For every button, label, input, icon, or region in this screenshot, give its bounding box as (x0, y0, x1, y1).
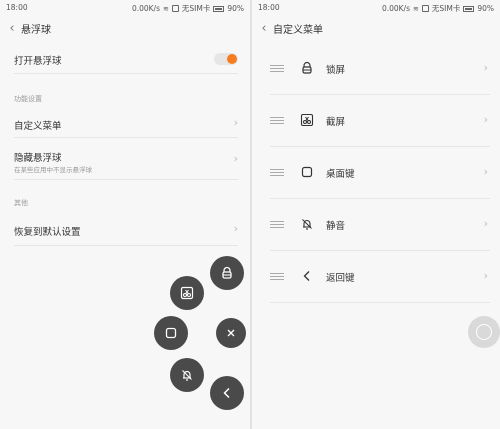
sim-icon (171, 5, 179, 12)
chevron-right-icon: › (483, 113, 488, 126)
section-header-other: 其他 (14, 199, 28, 207)
custom-menu-row[interactable]: 自定义菜单 › (14, 108, 238, 138)
lock-icon (222, 266, 232, 279)
custom-menu-label: 自定义菜单 (14, 121, 62, 132)
menu-item-label: 锁屏 (326, 65, 346, 76)
drag-handle-icon[interactable] (270, 117, 284, 126)
screenshot-icon (300, 113, 314, 127)
menu-item-home[interactable]: 桌面键 › (270, 147, 490, 199)
chevron-right-icon: › (483, 269, 488, 282)
toggle-knob (227, 54, 237, 64)
network-speed: 0.00K/s (381, 4, 410, 13)
menu-item-label: 截屏 (326, 117, 346, 128)
chevron-right-icon: › (483, 61, 488, 74)
drag-handle-icon[interactable] (270, 65, 284, 74)
status-time: 18:00 (6, 3, 28, 12)
battery-percent: 90% (477, 4, 494, 13)
lock-icon (302, 61, 312, 74)
fab-mute-button[interactable] (170, 358, 204, 392)
menu-item-screenshot[interactable]: 截屏 › (270, 95, 490, 147)
title-bar: ‹ 自定义菜单 (252, 14, 500, 42)
mute-bell-icon (302, 219, 312, 230)
restore-defaults-row[interactable]: 恢复到默认设置 › (14, 212, 238, 246)
battery-icon (213, 5, 225, 12)
back-button[interactable]: ‹ (255, 14, 273, 42)
network-speed: 0.00K/s (131, 4, 160, 13)
hide-float-ball-label: 隐藏悬浮球 (14, 153, 62, 164)
right-screen: 18:00 0.00K/s ≋ 无SIM卡 90% ‹ 自定义菜单 锁屏 › 截… (252, 0, 500, 429)
wifi-icon: ≋ (413, 4, 419, 13)
restore-defaults-label: 恢复到默认设置 (14, 227, 81, 238)
menu-item-back[interactable]: 返回键 › (270, 251, 490, 303)
battery-icon (463, 5, 475, 12)
screenshot-icon (180, 286, 194, 300)
mute-bell-icon (182, 370, 192, 381)
hide-float-ball-subtitle: 在某些应用中不显示悬浮球 (14, 166, 92, 174)
fab-screenshot-button[interactable] (170, 276, 204, 310)
battery-percent: 90% (227, 4, 244, 13)
back-arrow-icon (223, 387, 230, 399)
menu-item-label: 桌面键 (326, 169, 355, 180)
wifi-icon: ≋ (163, 4, 169, 13)
menu-item-label: 静音 (326, 221, 346, 232)
toggle-label: 打开悬浮球 (14, 56, 62, 67)
back-button[interactable]: ‹ (3, 14, 21, 42)
status-bar: 18:00 0.00K/s ≋ 无SIM卡 90% (252, 0, 500, 14)
drag-handle-icon[interactable] (270, 221, 284, 230)
hide-float-ball-row[interactable]: 隐藏悬浮球 在某些应用中不显示悬浮球 › (14, 140, 238, 180)
floating-ball[interactable] (468, 316, 500, 348)
menu-item-label: 返回键 (326, 273, 355, 284)
close-icon (227, 329, 235, 337)
fab-close-button[interactable] (216, 318, 246, 348)
sim-status: 无SIM卡 (431, 4, 461, 13)
home-square-icon (165, 327, 177, 339)
sim-icon (421, 5, 429, 12)
home-square-icon (301, 166, 313, 178)
section-header-functions: 功能设置 (14, 95, 42, 103)
status-bar: 18:00 0.00K/s ≋ 无SIM卡 90% (0, 0, 250, 14)
menu-item-lock[interactable]: 锁屏 › (270, 43, 490, 95)
fab-lock-button[interactable] (210, 256, 244, 290)
menu-item-mute[interactable]: 静音 › (270, 199, 490, 251)
chevron-right-icon: › (233, 152, 238, 165)
page-title: 悬浮球 (21, 24, 51, 36)
status-time: 18:00 (258, 3, 280, 12)
chevron-right-icon: › (233, 222, 238, 235)
chevron-right-icon: › (483, 165, 488, 178)
title-bar: ‹ 悬浮球 (0, 14, 250, 42)
fab-back-button[interactable] (210, 376, 244, 410)
back-arrow-icon (303, 271, 310, 281)
drag-handle-icon[interactable] (270, 169, 284, 178)
toggle-row[interactable]: 打开悬浮球 (14, 44, 238, 74)
left-screen: 18:00 0.00K/s ≋ 无SIM卡 90% ‹ 悬浮球 打开悬浮球 功能… (0, 0, 250, 429)
fab-home-button[interactable] (154, 316, 188, 350)
sim-status: 无SIM卡 (181, 4, 211, 13)
chevron-right-icon: › (483, 217, 488, 230)
page-title: 自定义菜单 (273, 24, 323, 36)
float-ball-toggle[interactable] (214, 53, 238, 65)
drag-handle-icon[interactable] (270, 273, 284, 282)
chevron-right-icon: › (233, 116, 238, 129)
